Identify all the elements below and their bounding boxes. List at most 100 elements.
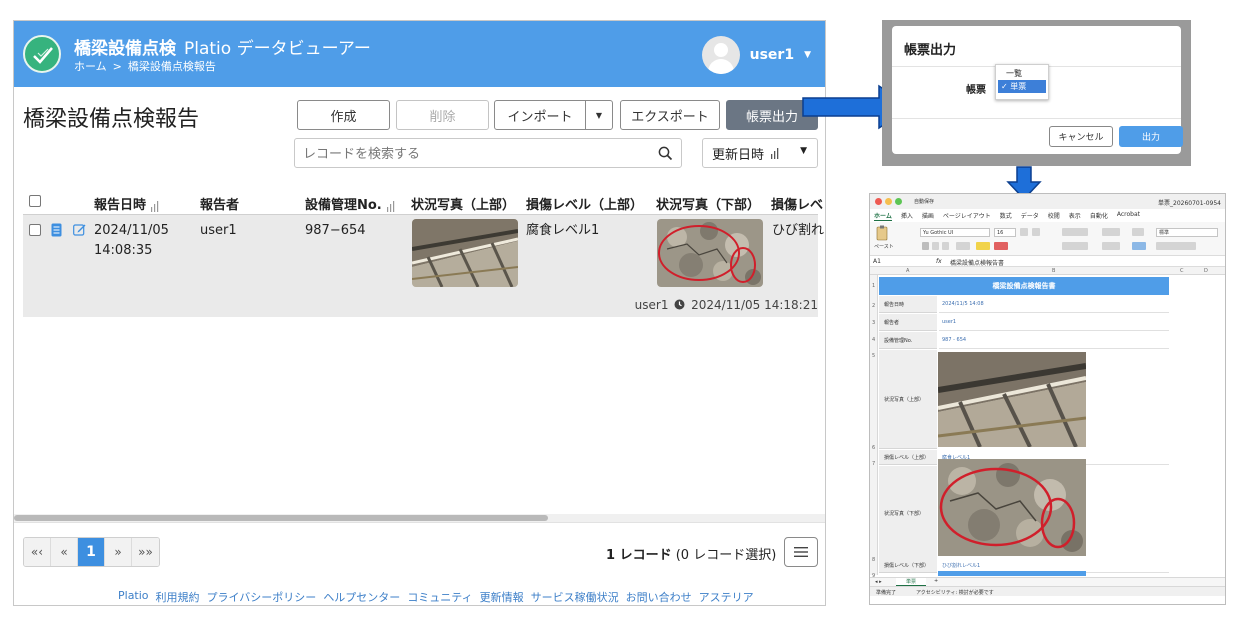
close-icon[interactable] [875, 198, 882, 205]
column-header-reporter[interactable]: 報告者 [200, 194, 239, 213]
underline-button[interactable] [942, 242, 949, 250]
option-single[interactable]: ✓ 単票 [998, 80, 1046, 93]
footer-link-platio[interactable]: Platio [118, 589, 149, 605]
footer-link-status[interactable]: サービス稼働状況 [531, 589, 619, 605]
platio-data-viewer-window: 橋梁設備点検 Platio データビューアー ホーム > 橋梁設備点検報告 user1… [13, 20, 826, 606]
ribbon-tab-home[interactable]: ホーム [874, 211, 892, 221]
column-header-damage-lower[interactable]: 損傷レベ [771, 194, 823, 213]
last-page-button[interactable]: »» [132, 538, 159, 566]
ribbon-tab-draw[interactable]: 描画 [922, 211, 934, 221]
report-banner[interactable]: 橋梁設備点検報告書 [879, 277, 1169, 295]
footer-link-help[interactable]: ヘルプセンター [323, 589, 400, 605]
sort-select[interactable]: 更新日時 ▼ [702, 138, 818, 168]
prev-page-button[interactable]: « [51, 538, 78, 566]
footer-link-updates[interactable]: 更新情報 [480, 589, 524, 605]
create-button[interactable]: 作成 [297, 100, 390, 130]
formula-content[interactable]: 橋梁設備点検報告書 [950, 258, 1004, 267]
paste-icon[interactable] [876, 225, 890, 241]
document-icon[interactable] [51, 223, 62, 237]
sheet-nav-icon[interactable]: ◂ ▸ [875, 579, 882, 585]
column-header-photo-lower[interactable]: 状況写真（下部） [656, 194, 760, 213]
add-sheet-icon[interactable]: + [934, 578, 938, 584]
ribbon-tab-insert[interactable]: 挿入 [901, 211, 913, 221]
row-updated-time: 2024/11/05 14:18:21 [691, 298, 818, 312]
ribbon-tab-review[interactable]: 校閲 [1048, 211, 1060, 221]
import-dropdown-button[interactable]: ▼ [585, 100, 613, 130]
sheet-tab-bar: ◂ ▸ 単票 + [870, 577, 1225, 586]
next-page-button[interactable]: » [105, 538, 132, 566]
status-accessibility[interactable]: アクセシビリティ: 検討が必要です [916, 589, 994, 596]
first-page-button[interactable]: «‹ [24, 538, 51, 566]
label-damage-lower[interactable]: 損傷レベル（下部） [879, 558, 937, 573]
column-header-report-date[interactable]: 報告日時 [94, 194, 162, 213]
caret-down-icon: ▼ [804, 50, 811, 60]
excel-next-banner [938, 571, 1086, 576]
breadcrumb-home[interactable]: ホーム [74, 60, 107, 73]
label-report-date[interactable]: 報告日時 [879, 296, 937, 313]
font-name-box[interactable]: Yu Gothic UI [920, 228, 990, 237]
maximize-icon[interactable] [895, 198, 902, 205]
app-name: 橋梁設備点検 [74, 39, 176, 59]
photo-lower-thumbnail[interactable] [657, 219, 763, 287]
sheet-tab[interactable]: 単票 [896, 578, 926, 586]
bold-button[interactable] [922, 242, 929, 250]
value-reporter[interactable]: user1 [939, 314, 1169, 331]
border-button[interactable] [956, 242, 970, 250]
search-input[interactable] [303, 144, 643, 164]
import-button[interactable]: インポート [494, 100, 586, 130]
status-ready: 準備完了 [876, 590, 897, 596]
horizontal-scrollbar[interactable] [14, 514, 825, 522]
excel-file-name: 単票_20260701-0954 [1158, 200, 1221, 207]
cancel-button[interactable]: キャンセル [1049, 126, 1113, 147]
label-equipment-no[interactable]: 設備管理No. [879, 332, 937, 349]
value-report-date[interactable]: 2024/11/5 14:08 [939, 296, 1169, 313]
excel-photo-lower[interactable] [938, 459, 1086, 556]
output-button[interactable]: 出力 [1119, 126, 1183, 147]
menu-button[interactable] [784, 537, 818, 567]
cell-reference[interactable]: A1 [873, 258, 881, 265]
page-1-button[interactable]: 1 [78, 538, 105, 566]
ribbon-tab-formulas[interactable]: 数式 [1000, 211, 1012, 221]
value-equipment-no[interactable]: 987 - 654 [939, 332, 1169, 349]
app-logo[interactable] [23, 35, 61, 73]
minimize-icon[interactable] [885, 198, 892, 205]
fill-color-button[interactable] [976, 242, 990, 250]
footer-link-community[interactable]: コミュニティ [407, 589, 472, 605]
footer-link-contact[interactable]: お問い合わせ [626, 589, 692, 605]
user-menu[interactable]: user1 ▼ [701, 35, 811, 75]
export-button[interactable]: エクスポート [620, 100, 720, 130]
row-checkbox[interactable] [29, 224, 41, 236]
cell-damage-lower: ひび割れ [772, 223, 825, 238]
paste-label: ペースト [874, 244, 894, 250]
font-size-box[interactable]: 16 [994, 228, 1016, 237]
label-damage-upper[interactable]: 損傷レベル（上部） [879, 450, 937, 465]
edit-icon[interactable] [73, 223, 86, 236]
dialog-field-label: 帳票 [966, 85, 986, 96]
ribbon-tab-automate[interactable]: 自動化 [1090, 211, 1108, 221]
select-all-checkbox[interactable] [29, 195, 41, 207]
column-header-photo-upper[interactable]: 状況写真（上部） [411, 194, 515, 213]
footer-link-terms[interactable]: 利用規約 [156, 589, 200, 605]
number-format-box[interactable]: 標準 [1156, 228, 1218, 237]
checkmark-icon [33, 47, 53, 64]
ribbon-tab-page-layout[interactable]: ページレイアウト [943, 211, 991, 221]
font-color-button[interactable] [994, 242, 1008, 250]
footer-link-privacy[interactable]: プライバシーポリシー [207, 589, 317, 605]
ribbon-tab-data[interactable]: データ [1021, 211, 1039, 221]
excel-photo-upper[interactable] [938, 352, 1086, 447]
label-photo-lower[interactable]: 状況写真（下部） [879, 466, 937, 561]
column-header-equipment-no[interactable]: 設備管理No. [305, 194, 398, 213]
report-type-dropdown[interactable]: 一覧 ✓ 単票 [995, 64, 1049, 100]
footer-link-asteria[interactable]: アステリア [699, 589, 754, 605]
column-header-damage-upper[interactable]: 損傷レベル（上部） [526, 194, 643, 213]
label-photo-upper[interactable]: 状況写真（上部） [879, 350, 937, 449]
ribbon-tab-view[interactable]: 表示 [1069, 211, 1081, 221]
photo-upper-thumbnail[interactable] [412, 219, 518, 287]
italic-button[interactable] [932, 242, 939, 250]
ribbon-tab-acrobat[interactable]: Acrobat [1117, 211, 1140, 221]
label-reporter[interactable]: 報告者 [879, 314, 937, 331]
search-icon[interactable] [658, 146, 673, 161]
option-list[interactable]: 一覧 [1006, 68, 1022, 79]
table-row[interactable]: 2024/11/05 14:08:35 user1 987−654 腐食レベル1 [23, 215, 824, 317]
delete-button[interactable]: 削除 [396, 100, 489, 130]
